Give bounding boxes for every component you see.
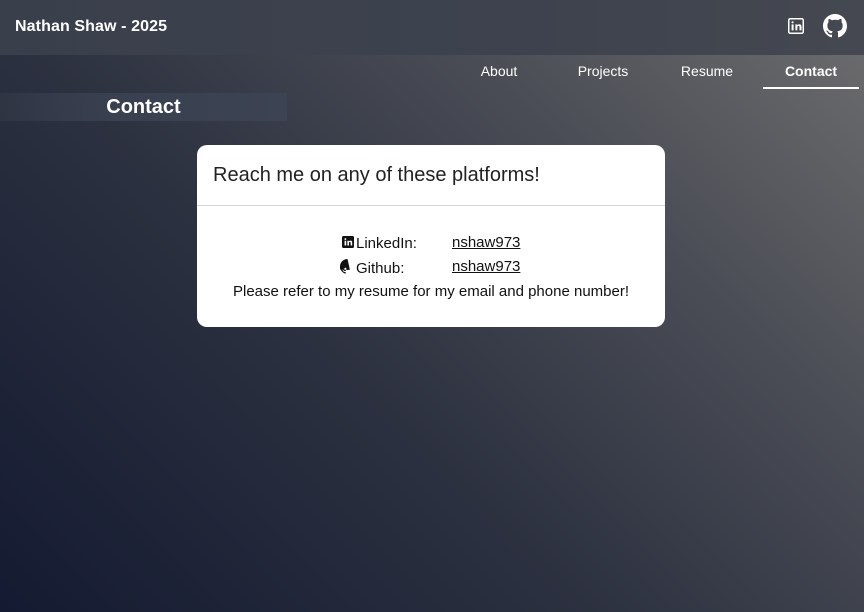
nav-bar: About Projects Resume Contact: [0, 55, 864, 91]
contact-note: Please refer to my resume for my email a…: [232, 283, 629, 300]
github-link[interactable]: nshaw973: [452, 258, 520, 275]
nav-about[interactable]: About: [451, 63, 547, 89]
social-links: [788, 14, 847, 38]
linkedin-icon[interactable]: [788, 18, 804, 34]
linkedin-icon: [342, 235, 354, 252]
nav-resume[interactable]: Resume: [659, 63, 755, 89]
card-heading: Reach me on any of these platforms!: [197, 145, 665, 206]
top-bar: Nathan Shaw - 2025: [0, 0, 864, 55]
page-title: Contact: [106, 96, 181, 118]
linkedin-label: LinkedIn:: [356, 235, 417, 252]
github-row: Github:: [338, 259, 405, 278]
nav-projects[interactable]: Projects: [555, 63, 651, 89]
site-brand[interactable]: Nathan Shaw - 2025: [15, 18, 167, 36]
linkedin-row: LinkedIn:: [342, 235, 417, 252]
github-icon: [338, 259, 355, 278]
card-body: LinkedIn: nshaw973 Github: nshaw973 Plea…: [197, 206, 665, 326]
github-icon[interactable]: [823, 14, 847, 38]
contact-card: Reach me on any of these platforms! Link…: [197, 145, 665, 327]
github-label: Github:: [356, 260, 405, 277]
nav-contact[interactable]: Contact: [763, 63, 859, 89]
linkedin-link[interactable]: nshaw973: [452, 234, 520, 251]
